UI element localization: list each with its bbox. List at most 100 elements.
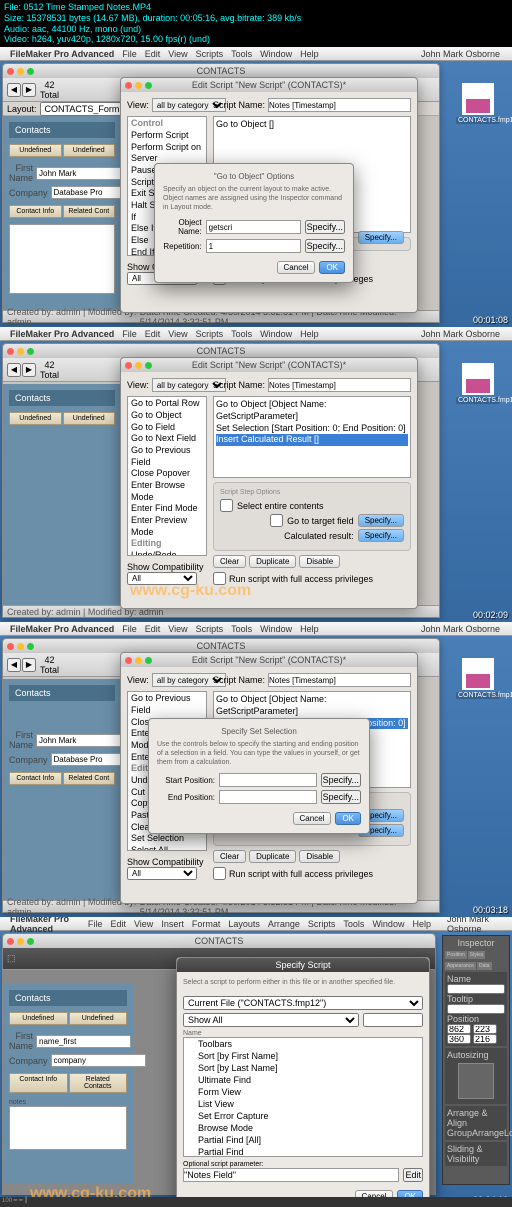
ruler: 100 ━ ━ ┃: [0, 1197, 512, 1207]
obj-specify-button[interactable]: Specify...: [305, 220, 345, 234]
script-editor-window: Edit Script "New Script" (CONTACTS)* Vie…: [120, 357, 418, 609]
target-specify-button[interactable]: Specify...: [358, 514, 404, 527]
repetition-field[interactable]: [206, 239, 301, 253]
go-to-target-checkbox[interactable]: [270, 514, 283, 527]
inspector-palette[interactable]: Inspector PositionStylesAppearanceData N…: [442, 935, 510, 1185]
contacts-sidebar: Contacts Undefined Undefined: [3, 384, 121, 605]
rep-specify-button[interactable]: Specify...: [305, 239, 345, 253]
search-input[interactable]: [363, 1013, 423, 1027]
select-entire-checkbox[interactable]: [220, 499, 233, 512]
sel-dialog-desc: Use the controls below to specify the st…: [157, 740, 361, 767]
menu-view[interactable]: View: [168, 49, 187, 59]
menu-file[interactable]: File: [122, 329, 137, 339]
menu-tools[interactable]: Tools: [231, 49, 252, 59]
script-param-field[interactable]: [183, 1168, 399, 1182]
video-timestamp: 00:01:08: [473, 315, 508, 325]
end-position-field[interactable]: [219, 790, 317, 804]
script-steps-list[interactable]: Go to Portal RowGo to ObjectGo to Field …: [127, 396, 207, 556]
script-list[interactable]: ToolbarsSort [by First Name]Sort [by Las…: [183, 1037, 423, 1157]
app-name[interactable]: FileMaker Pro Advanced: [10, 49, 114, 59]
cancel-button[interactable]: Cancel: [277, 261, 316, 274]
menubar: FileMaker Pro Advanced File Edit View Sc…: [0, 47, 512, 61]
tab-undefined-1[interactable]: Undefined: [9, 144, 62, 157]
show-all-select[interactable]: Show All: [183, 1013, 359, 1027]
inspector-tooltip-field[interactable]: [447, 1004, 505, 1014]
layout-tools-icon[interactable]: ⬚: [7, 953, 16, 964]
window-traffic-lights[interactable]: [7, 68, 34, 75]
sel-dialog-title: Specify Set Selection: [157, 727, 361, 736]
script-name-field[interactable]: [268, 98, 411, 112]
record-count: 42Total: [40, 80, 59, 100]
inspector-name-field[interactable]: [447, 984, 505, 994]
screenshot-panel-1: FileMaker Pro Advanced File Edit View Sc…: [0, 47, 512, 327]
tab-contact-info[interactable]: Contact Info: [9, 205, 62, 218]
user-name[interactable]: John Mark Osborne: [421, 329, 500, 339]
file-select[interactable]: Current File ("CONTACTS.fmp12"): [183, 996, 423, 1010]
menu-scripts[interactable]: Scripts: [196, 49, 224, 59]
filemaker-doc-icon: [462, 363, 494, 395]
view-label: View:: [127, 100, 149, 110]
menu-tools[interactable]: Tools: [231, 329, 252, 339]
menu-help[interactable]: Help: [300, 49, 319, 59]
menu-file[interactable]: File: [122, 49, 137, 59]
repetition-label: Repetition:: [163, 242, 202, 251]
tab-undefined-2[interactable]: Undefined: [63, 144, 116, 157]
start-position-field[interactable]: [219, 773, 317, 787]
script-name-label: Script Name:: [213, 100, 265, 110]
screenshot-panel-4: FileMaker Pro Advanced File Edit View In…: [0, 917, 512, 1207]
screenshot-panel-2: FileMaker Pro Advanced File Edit View Sc…: [0, 327, 512, 622]
script-editor-titlebar[interactable]: Edit Script "New Script" (CONTACTS)*: [121, 78, 417, 92]
record-nav[interactable]: ◀▶: [7, 83, 36, 97]
desktop-file-label: CONTACTS.fmp12: [456, 117, 500, 124]
compat-select[interactable]: All: [127, 572, 197, 585]
company-label: Company: [9, 188, 48, 198]
menubar: FileMaker Pro Advanced File Edit View Sc…: [0, 622, 512, 636]
desktop-file-icon[interactable]: CONTACTS.fmp12: [456, 658, 500, 699]
start-specify-button[interactable]: Specify...: [321, 773, 361, 787]
window-titlebar[interactable]: CONTACTS: [3, 64, 439, 78]
menu-scripts[interactable]: Scripts: [196, 329, 224, 339]
menu-window[interactable]: Window: [260, 49, 292, 59]
menu-view[interactable]: View: [168, 329, 187, 339]
menu-edit[interactable]: Edit: [145, 329, 161, 339]
set-selection-dialog: Specify Set Selection Use the controls b…: [148, 718, 370, 834]
end-position-label: End Position:: [157, 793, 215, 802]
script-name-field[interactable]: [268, 378, 411, 392]
file-info-header: File: 0512 Time Stamped Notes.MP4 Size: …: [0, 0, 512, 47]
specify-button[interactable]: Specify...: [358, 231, 404, 244]
autosize-widget[interactable]: [458, 1063, 494, 1099]
menubar: FileMaker Pro Advanced File Edit View In…: [0, 917, 512, 931]
window-titlebar[interactable]: CONTACTS: [3, 344, 439, 358]
cancel-button[interactable]: Cancel: [293, 812, 332, 825]
inspector-tabs[interactable]: PositionStylesAppearanceData: [445, 948, 507, 970]
script-content[interactable]: Go to Object [Object Name: GetScriptPara…: [213, 396, 411, 478]
calc-specify-button[interactable]: Specify...: [358, 529, 404, 542]
user-name[interactable]: John Mark Osborne: [421, 49, 500, 59]
first-name-label: First Name: [9, 163, 33, 183]
script-editor-title: Edit Script "New Script" (CONTACTS)*: [192, 80, 346, 90]
tab-related-contacts[interactable]: Related Cont: [63, 205, 116, 218]
desktop-file-label: CONTACTS.fmp12: [456, 397, 500, 404]
first-name-field[interactable]: [36, 167, 131, 180]
specify-script-dialog: Specify Script Select a script to perfor…: [176, 957, 430, 1207]
app-name[interactable]: FileMaker Pro Advanced: [10, 329, 114, 339]
contacts-sidebar: Contacts Undefined Undefined First Name …: [3, 116, 121, 310]
ok-button[interactable]: OK: [335, 812, 361, 825]
end-specify-button[interactable]: Specify...: [321, 790, 361, 804]
goto-dialog-title: "Go to Object" Options: [163, 172, 345, 181]
filemaker-doc-icon: [462, 83, 494, 115]
goto-dialog-desc: Specify an object on the current layout …: [163, 185, 345, 212]
menu-window[interactable]: Window: [260, 329, 292, 339]
menu-edit[interactable]: Edit: [145, 49, 161, 59]
edit-button[interactable]: Edit: [403, 1168, 423, 1182]
desktop-file-icon[interactable]: CONTACTS.fmp12: [456, 363, 500, 404]
object-name-label: Object Name:: [163, 218, 202, 236]
menubar: FileMaker Pro Advanced File Edit View Sc…: [0, 327, 512, 341]
contact-info-area[interactable]: [9, 224, 115, 294]
ok-button[interactable]: OK: [319, 261, 345, 274]
object-name-field[interactable]: [206, 220, 301, 234]
start-position-label: Start Position:: [157, 776, 215, 785]
menu-help[interactable]: Help: [300, 329, 319, 339]
screenshot-panel-3: FileMaker Pro Advanced File Edit View Sc…: [0, 622, 512, 917]
desktop-file-icon[interactable]: CONTACTS.fmp12: [456, 83, 500, 124]
